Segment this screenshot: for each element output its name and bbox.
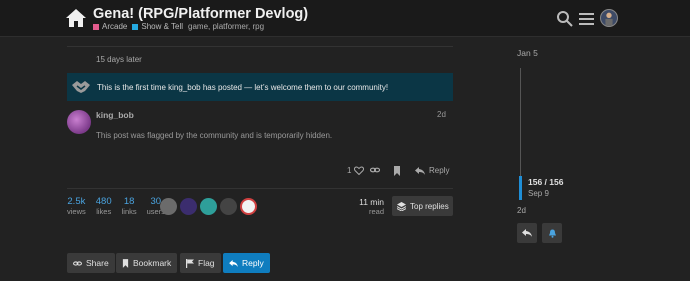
stat-views: 2.5k views — [67, 196, 86, 216]
timeline-position: 156 / 156 — [528, 177, 564, 187]
like-count: 1 — [347, 166, 352, 175]
notification-level-button[interactable] — [542, 223, 562, 243]
category-color-swatch — [132, 23, 139, 30]
topic-stats: 2.5k views 480 likes 18 links 30 users — [67, 196, 175, 216]
like-button[interactable]: 1 — [347, 166, 365, 175]
divider — [67, 46, 453, 47]
reply-topic-label: Reply — [242, 258, 264, 268]
handshake-icon — [72, 81, 90, 93]
home-icon[interactable] — [65, 8, 87, 28]
divider — [67, 188, 453, 189]
read-time-label: read — [368, 207, 384, 216]
topic-title[interactable]: Gena! (RPG/Platformer Devlog) — [93, 6, 308, 22]
post-author-avatar[interactable] — [67, 110, 91, 134]
copy-link-button[interactable] — [370, 166, 380, 174]
read-time: 11 min read — [356, 197, 384, 216]
participant-avatar[interactable] — [160, 198, 177, 215]
read-time-value: 11 min — [359, 197, 384, 207]
stat-value: 18 — [123, 196, 135, 207]
search-icon[interactable] — [556, 10, 573, 27]
timeline-back-button[interactable] — [517, 223, 537, 243]
participant-avatar[interactable] — [200, 198, 217, 215]
participant-avatar[interactable] — [220, 198, 237, 215]
stat-label: views — [67, 207, 86, 216]
topic-categories: Arcade Show & Tell game, platformer, rpg — [93, 22, 264, 31]
reply-icon — [415, 166, 425, 175]
reply-icon — [229, 259, 238, 267]
timeline-position-date: Sep 9 — [528, 189, 549, 198]
first-post-notice: This is the first time king_bob has post… — [67, 73, 453, 101]
avatar-figure-icon — [605, 12, 613, 26]
category-label: Show & Tell — [141, 22, 184, 31]
bookmark-label: Bookmark — [133, 258, 172, 268]
stat-likes: 480 likes — [96, 196, 112, 216]
reply-label: Reply — [429, 166, 450, 175]
heart-icon — [354, 166, 365, 175]
timeline-start-date[interactable]: Jan 5 — [517, 48, 538, 58]
stat-value: 2.5k — [67, 196, 86, 207]
bookmark-icon — [394, 166, 400, 176]
link-icon — [73, 260, 82, 266]
flag-icon — [186, 258, 194, 268]
timeline-handle[interactable] — [519, 176, 522, 200]
time-gap-label: 15 days later — [96, 55, 142, 64]
stat-links[interactable]: 18 links — [122, 196, 137, 216]
bookmark-button[interactable]: Bookmark — [116, 253, 178, 273]
top-replies-label: Top replies — [410, 201, 449, 211]
stat-value: 480 — [95, 196, 112, 207]
participant-avatar[interactable] — [240, 198, 257, 215]
link-icon — [370, 167, 380, 173]
bookmark-post-button[interactable] — [393, 166, 401, 176]
participant-avatar[interactable] — [180, 198, 197, 215]
menu-icon[interactable] — [578, 10, 595, 27]
hidden-post-message: This post was flagged by the community a… — [96, 131, 333, 140]
user-avatar[interactable] — [600, 9, 618, 27]
flag-button[interactable]: Flag — [180, 253, 221, 273]
participant-avatars — [160, 198, 260, 215]
category-arcade[interactable]: Arcade — [93, 22, 127, 31]
share-button[interactable]: Share — [67, 253, 115, 273]
category-color-swatch — [93, 23, 99, 30]
reply-topic-button[interactable]: Reply — [223, 253, 270, 273]
stat-label: links — [121, 207, 137, 216]
layers-icon — [397, 201, 406, 211]
first-post-notice-text: This is the first time king_bob has post… — [97, 82, 389, 92]
bookmark-icon — [122, 258, 129, 268]
flag-label: Flag — [198, 258, 215, 268]
category-show-and-tell[interactable]: Show & Tell — [132, 22, 183, 31]
share-label: Share — [86, 258, 109, 268]
stat-label: likes — [96, 207, 112, 216]
reply-icon — [522, 229, 532, 237]
timeline-end-label[interactable]: 2d — [517, 206, 526, 215]
site-header: Gena! (RPG/Platformer Devlog) Arcade Sho… — [0, 0, 690, 37]
category-label: Arcade — [102, 22, 128, 31]
bell-icon — [548, 229, 556, 238]
post-reply-button[interactable]: Reply — [415, 166, 449, 175]
post-timestamp[interactable]: 2d — [437, 110, 446, 119]
post-author-username[interactable]: king_bob — [96, 110, 134, 120]
top-replies-button[interactable]: Top replies — [392, 196, 453, 216]
topic-tags[interactable]: game, platformer, rpg — [188, 22, 264, 31]
